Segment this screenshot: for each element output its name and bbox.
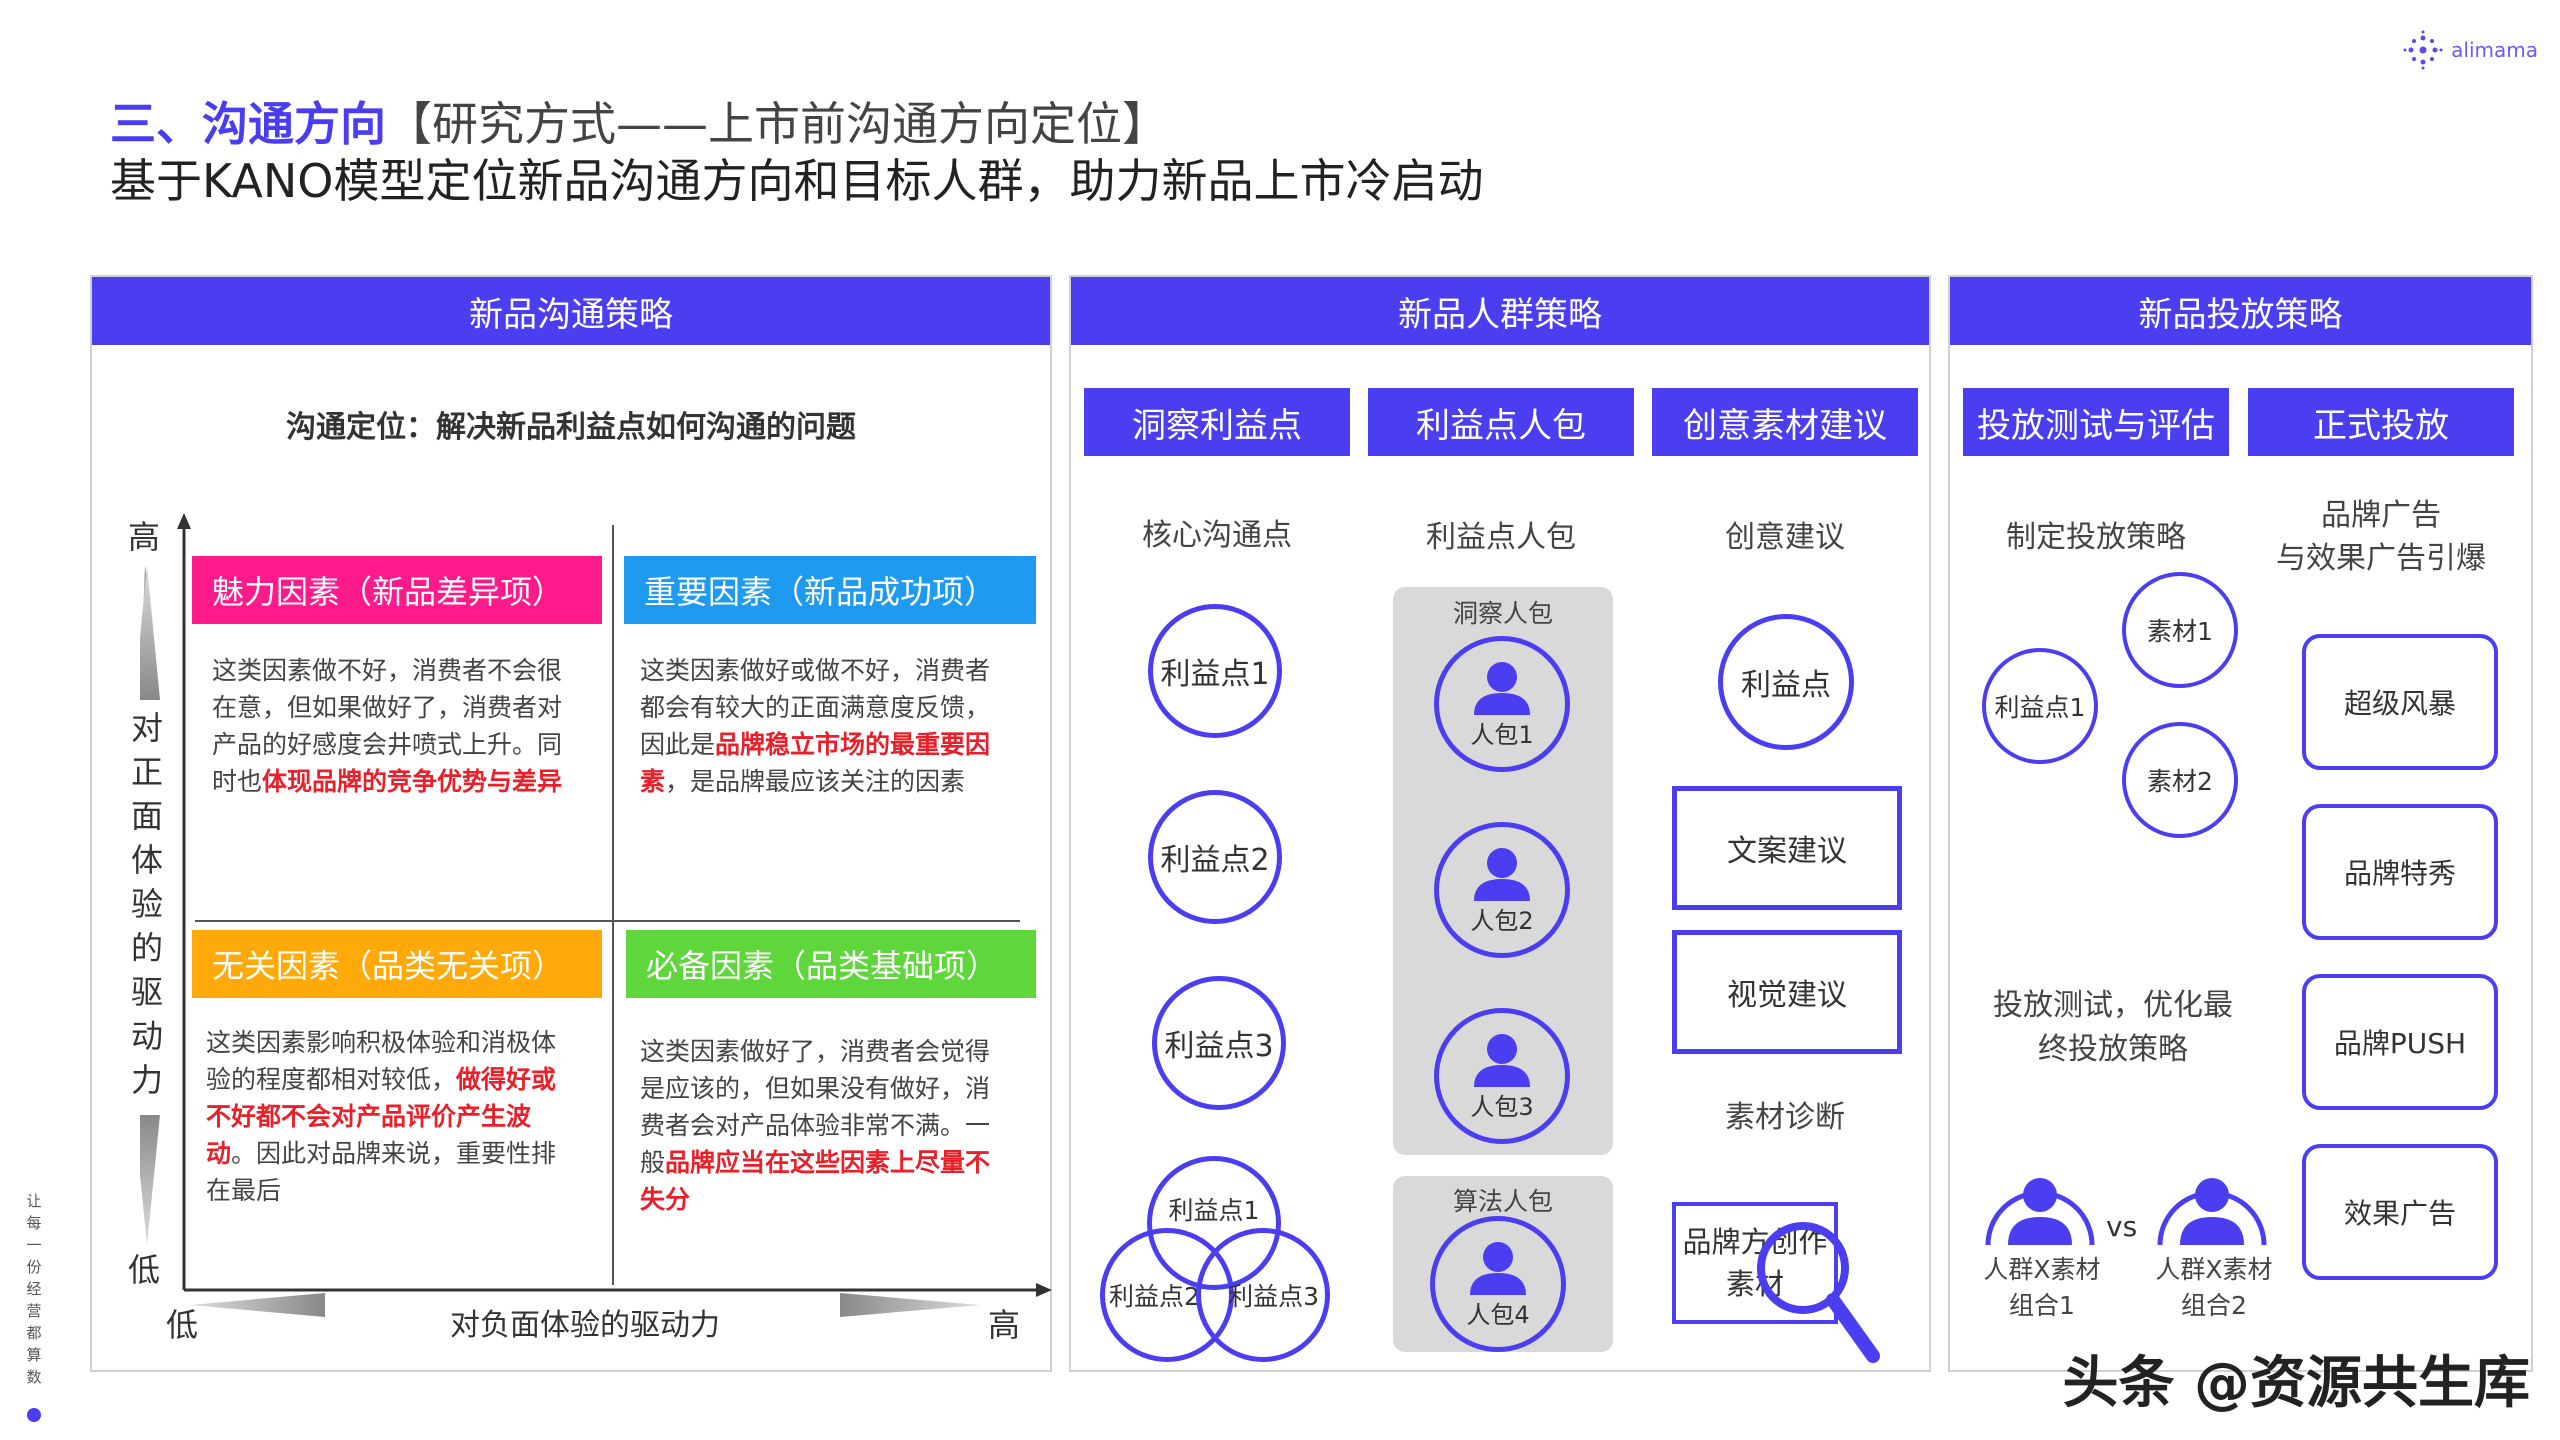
q4-text: 这类因素做好了，消费者会觉得是应该的，但如果没有做好，消费者会对产品体验非常不满… xyxy=(640,1037,991,1214)
q2-text: 这类因素做好或做不好，消费者都会有较大的正面满意度反馈，因此是品牌稳立市场的最重… xyxy=(640,656,991,796)
y-axis-high: 高 xyxy=(128,518,161,556)
brand-ads-label-2: 与效果广告引爆 xyxy=(2276,541,2486,576)
pack-circle-1: 人包1 xyxy=(1434,636,1570,772)
creative-label: 创意建议 xyxy=(1725,520,1845,555)
algo-pack-label: 算法人包 xyxy=(1452,1187,1553,1216)
benefit-pack-label: 利益点人包 xyxy=(1426,520,1576,555)
benefit-circle-2: 利益点2 xyxy=(1148,790,1282,924)
insight-pack-label: 洞察人包 xyxy=(1452,599,1553,628)
brand-push-box: 品牌PUSH xyxy=(2302,974,2498,1110)
creative-benefit-circle: 利益点 xyxy=(1718,614,1854,750)
core-comm-label: 核心沟通点 xyxy=(1142,518,1292,553)
group1-person-icon xyxy=(1985,1178,2095,1245)
q1-head: 魅力因素（新品差异项） xyxy=(192,556,602,624)
person-icon xyxy=(1474,661,1530,715)
sub-formal-launch: 正式投放 xyxy=(2248,388,2514,456)
vs-label: vs xyxy=(2106,1210,2138,1243)
x-axis-high: 高 xyxy=(988,1306,1021,1344)
sub-benefit-pack: 利益点人包 xyxy=(1368,388,1634,456)
sub-creative-advice: 创意素材建议 xyxy=(1652,388,1918,456)
group1-label-b: 组合1 xyxy=(2009,1291,2075,1320)
pack-circle-3: 人包3 xyxy=(1434,1008,1570,1144)
logo-icon xyxy=(2403,30,2443,70)
side-dot xyxy=(27,1408,41,1422)
y-axis-low: 低 xyxy=(128,1251,161,1289)
benefit-circle-1: 利益点1 xyxy=(1148,604,1282,738)
pack-circle-4: 人包4 xyxy=(1430,1216,1566,1352)
pack-circle-2: 人包2 xyxy=(1434,822,1570,958)
crowd-strategy-head: 新品人群策略 xyxy=(1071,277,1929,345)
super-storm-box: 超级风暴 xyxy=(2302,634,2498,770)
y-axis-label: 对正面体验的驱动力 xyxy=(130,709,163,1099)
logo-text: alimama xyxy=(2451,38,2538,62)
launch-strategy-head: 新品投放策略 xyxy=(1950,277,2531,345)
brand-show-box: 品牌特秀 xyxy=(2302,804,2498,940)
person-icon xyxy=(1474,1033,1530,1087)
copy-advice-box: 文案建议 xyxy=(1672,786,1902,910)
page-subtitle: 基于KANO模型定位新品沟通方向和目标人群，助力新品上市冷启动 xyxy=(110,154,1484,208)
side-slogan: 让每一份经营都算数 xyxy=(26,1192,42,1386)
material-diag-label: 素材诊断 xyxy=(1725,1100,1845,1135)
q2-head: 重要因素（新品成功项） xyxy=(624,556,1036,624)
sub-test-eval: 投放测试与评估 xyxy=(1963,388,2229,456)
material-circle-2: 素材2 xyxy=(2122,722,2238,838)
person-icon xyxy=(1474,847,1530,901)
make-strategy-label: 制定投放策略 xyxy=(2006,520,2186,555)
benefit-circle-3: 利益点3 xyxy=(1152,976,1286,1110)
group2-label-b: 组合2 xyxy=(2181,1291,2247,1320)
watermark: 头条 @资源共生库 xyxy=(2062,1351,2531,1416)
venn-circle-3: 利益点3 xyxy=(1196,1228,1330,1362)
person-icon xyxy=(1470,1241,1526,1295)
q3-head: 无关因素（品类无关项） xyxy=(192,930,602,998)
comm-positioning: 沟通定位：解决新品利益点如何沟通的问题 xyxy=(286,410,856,445)
sub-insight-benefit: 洞察利益点 xyxy=(1084,388,1350,456)
title-section: 三、沟通方向 xyxy=(110,97,386,151)
x-axis-label: 对负面体验的驱动力 xyxy=(450,1308,720,1343)
test-label-1: 投放测试，优化最 xyxy=(1993,988,2233,1023)
q3-text: 这类因素影响积极体验和消极体验的程度都相对较低，做得好或不好都不会对产品评价产生… xyxy=(206,1028,557,1205)
material-circle-1: 素材1 xyxy=(2122,572,2238,688)
group2-person-icon xyxy=(2157,1178,2267,1245)
group1-label-a: 人群X素材 xyxy=(1983,1255,2101,1284)
magnifier-icon xyxy=(1757,1222,1880,1363)
q4-head: 必备因素（品类基础项） xyxy=(626,930,1036,998)
title-method: 【研究方式——上市前沟通方向定位】 xyxy=(386,97,1168,151)
alimama-logo: alimama xyxy=(2403,30,2538,70)
visual-advice-box: 视觉建议 xyxy=(1672,930,1902,1054)
brand-ads-label-1: 品牌广告 xyxy=(2321,498,2441,533)
group2-label-a: 人群X素材 xyxy=(2155,1255,2273,1284)
performance-ads-box: 效果广告 xyxy=(2302,1144,2498,1280)
launch-benefit-circle: 利益点1 xyxy=(1982,648,2098,764)
comm-strategy-head: 新品沟通策略 xyxy=(92,277,1050,345)
q1-text: 这类因素做不好，消费者不会很在意，但如果做好了，消费者对产品的好感度会井喷式上升… xyxy=(212,656,563,796)
x-axis-low: 低 xyxy=(166,1306,199,1344)
test-label-2: 终投放策略 xyxy=(2038,1032,2188,1067)
